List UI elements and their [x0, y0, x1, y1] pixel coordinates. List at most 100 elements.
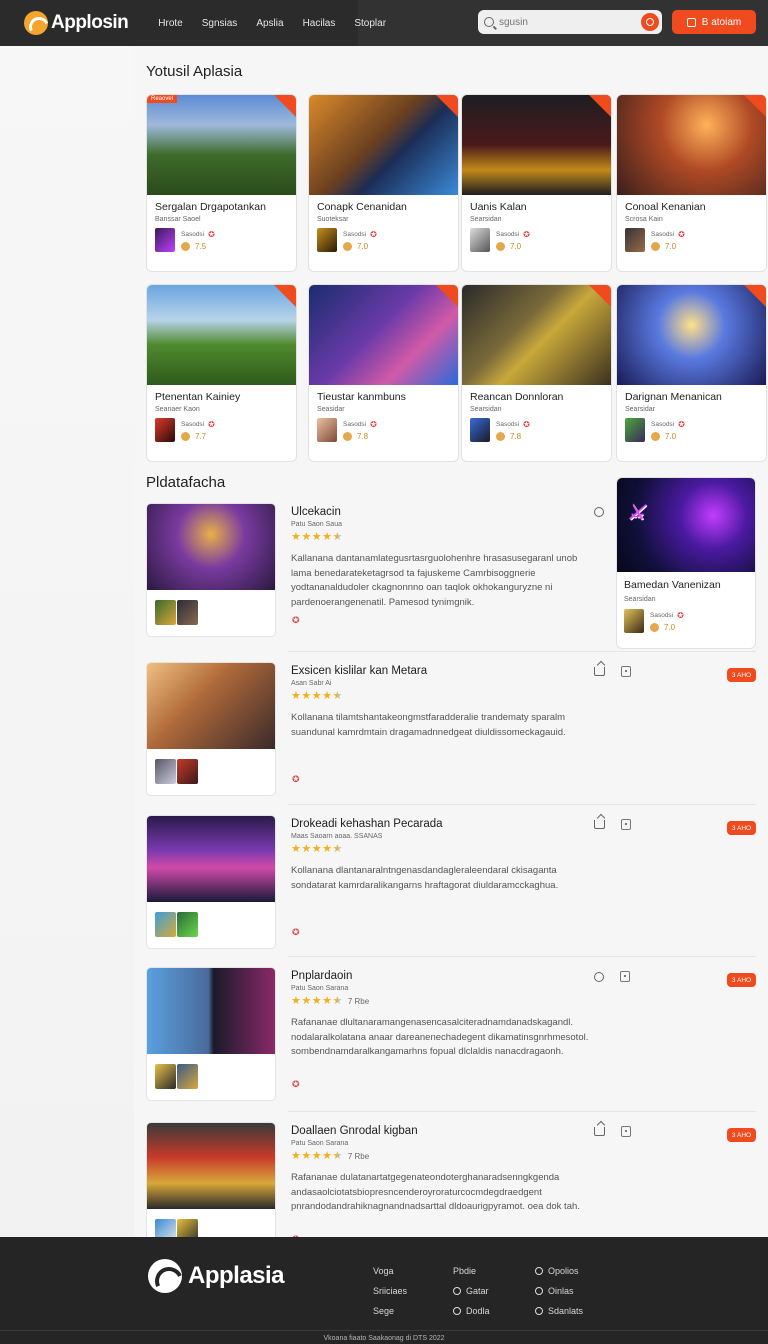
footer-link[interactable]: Sdanlats: [535, 1301, 583, 1321]
list-item-description: Kollanana dlantanaralntngenasdandagleral…: [291, 865, 559, 891]
share-icon[interactable]: [594, 1127, 605, 1136]
price-badge[interactable]: 3 AHO: [727, 668, 756, 682]
footer-link[interactable]: Oinlas: [535, 1281, 583, 1301]
list-item-thumbnail-card[interactable]: [146, 503, 276, 637]
list-item-thumbnail-card[interactable]: [146, 815, 276, 949]
screenshot-thumb[interactable]: [155, 759, 176, 784]
screenshot-thumb[interactable]: [155, 912, 176, 937]
developer-avatar: [625, 418, 645, 442]
app-card-rating: 7.8: [357, 431, 369, 441]
nav-item-2[interactable]: Sgnsias: [202, 18, 238, 29]
bookmark-icon[interactable]: [621, 666, 631, 677]
app-card-developer: Sasodsi: [496, 420, 520, 428]
side-feature-card[interactable]: ⚔ Bamedan Vanenizan Searsidan Sasodsi ✪ 7…: [616, 477, 756, 649]
favorite-icon[interactable]: ✪: [292, 615, 300, 626]
app-card[interactable]: Tieustar kanmbuns Seasidar Sasodsi ✪ 7.8: [308, 284, 459, 462]
coin-icon: [181, 241, 190, 251]
list-item-title[interactable]: Pnplardaoin: [291, 970, 352, 982]
bookmark-icon[interactable]: [621, 819, 631, 830]
popular-section-title: Pldatafacha: [146, 474, 226, 491]
list-item-developer: Patu Saon Saua: [291, 521, 342, 528]
nav-item-3[interactable]: Apslia: [256, 18, 283, 29]
screenshot-thumb[interactable]: [177, 759, 198, 784]
side-card-sub: Searsidan: [624, 596, 656, 603]
app-card-developer: Sasodsi: [651, 230, 675, 238]
ribbon-badge: [744, 285, 766, 307]
favorite-icon[interactable]: ✪: [678, 230, 685, 239]
ribbon-badge: [274, 285, 296, 307]
favorite-icon[interactable]: ✪: [292, 927, 300, 938]
screenshot-thumb[interactable]: [177, 912, 198, 937]
developer-avatar: [317, 418, 337, 442]
ribbon-badge: [274, 95, 296, 117]
favorite-icon[interactable]: ✪: [370, 230, 377, 239]
list-item-thumbnail-card[interactable]: [146, 662, 276, 796]
favorite-icon[interactable]: ✪: [370, 420, 377, 429]
app-card-rating: 7.7: [195, 431, 207, 441]
favorite-icon[interactable]: ✪: [677, 611, 684, 620]
info-circle-icon[interactable]: [594, 507, 604, 517]
footer-logo[interactable]: Applasia: [148, 1259, 285, 1293]
list-item-title[interactable]: Doallaen Gnrodal kigban: [291, 1125, 418, 1137]
app-card[interactable]: Darignan Menanican Searsidar Sasodsi ✪ 7.0: [616, 284, 767, 462]
app-card[interactable]: Uanis Kalan Searsidan Sasodsi ✪ 7.0: [461, 94, 612, 272]
footer-link[interactable]: Dodla: [453, 1301, 490, 1321]
developer-avatar: [470, 418, 490, 442]
app-card[interactable]: Ptenentan Kainiey Seanaer Kaon Sasodsi ✪ 7.7: [146, 284, 297, 462]
nav-item-5[interactable]: Stoplar: [354, 18, 386, 29]
list-item-image: [147, 1123, 275, 1209]
list-item-thumbnail-card[interactable]: [146, 967, 276, 1101]
favorite-icon[interactable]: ✪: [523, 420, 530, 429]
search-input[interactable]: [499, 16, 629, 28]
list-item-title[interactable]: Drokeadi kehashan Pecarada: [291, 818, 443, 830]
price-badge[interactable]: 3 AHO: [727, 973, 756, 987]
favorite-icon[interactable]: ✪: [292, 1079, 300, 1090]
account-button[interactable]: B atoiam: [672, 10, 756, 34]
favorite-icon[interactable]: ✪: [523, 230, 530, 239]
favorite-icon[interactable]: ✪: [208, 420, 215, 429]
footer-link[interactable]: Voga: [373, 1261, 407, 1281]
list-item-thumbnail-card[interactable]: [146, 1122, 276, 1256]
list-item-title[interactable]: Exsicen kislilar kan Metara: [291, 665, 427, 677]
price-badge[interactable]: 3 AHO: [727, 821, 756, 835]
bookmark-icon[interactable]: [621, 1126, 631, 1137]
bookmark-icon[interactable]: [620, 971, 630, 982]
coin-icon: [496, 431, 505, 441]
footer-link[interactable]: Pbdie: [453, 1261, 490, 1281]
screenshot-thumb[interactable]: [155, 1064, 176, 1089]
screenshot-thumb[interactable]: [155, 600, 176, 625]
app-card-developer: Sasodsi: [181, 420, 205, 428]
price-badge[interactable]: 3 AHO: [727, 1128, 756, 1142]
copyright-text: Vkoana fiaato Saakaonag di DTS 2022: [0, 1330, 768, 1342]
screenshot-thumb[interactable]: [177, 600, 198, 625]
app-card-developer: Sasodsi: [343, 230, 367, 238]
app-card[interactable]: Reancan Donnloran Searsidan Sasodsi ✪ 7.8: [461, 284, 612, 462]
link-icon: [453, 1287, 461, 1295]
app-card-rating: 7.0: [665, 241, 677, 251]
favorite-icon[interactable]: ✪: [292, 774, 300, 785]
developer-avatar: [317, 228, 337, 252]
app-card[interactable]: Conapk Cenanidan Suoteksar Sasodsi ✪ 7.0: [308, 94, 459, 272]
favorite-icon[interactable]: ✪: [208, 230, 215, 239]
share-icon[interactable]: [594, 667, 605, 676]
logo-text: Applosin: [51, 12, 129, 33]
list-item-title[interactable]: Ulcekacin: [291, 506, 341, 518]
footer-link[interactable]: Sege: [373, 1301, 407, 1321]
app-logo[interactable]: Applosin: [24, 11, 129, 35]
heart-icon: [535, 1307, 543, 1315]
favorite-icon[interactable]: ✪: [678, 420, 685, 429]
search-button[interactable]: [641, 13, 659, 31]
nav-item-home[interactable]: Hrote: [158, 18, 182, 29]
info-circle-icon[interactable]: [594, 971, 604, 982]
screenshot-thumb[interactable]: [177, 1064, 198, 1089]
app-card-thumbnail: [617, 95, 766, 195]
footer-link[interactable]: Gatar: [453, 1281, 490, 1301]
footer-link[interactable]: Sriiciaes: [373, 1281, 407, 1301]
footer-link[interactable]: Opolios: [535, 1261, 583, 1281]
nav-item-4[interactable]: Hacilas: [303, 18, 336, 29]
share-icon[interactable]: [594, 820, 605, 829]
app-card[interactable]: Conoal Kenanian Scrosa Kain Sasodsi ✪ 7.0: [616, 94, 767, 272]
app-card[interactable]: Reaovel Sergalan Drgapotankan Banssar Saoe…: [146, 94, 297, 272]
rating-count: 7 Rbe: [347, 1152, 370, 1161]
coin-icon: [343, 241, 352, 251]
